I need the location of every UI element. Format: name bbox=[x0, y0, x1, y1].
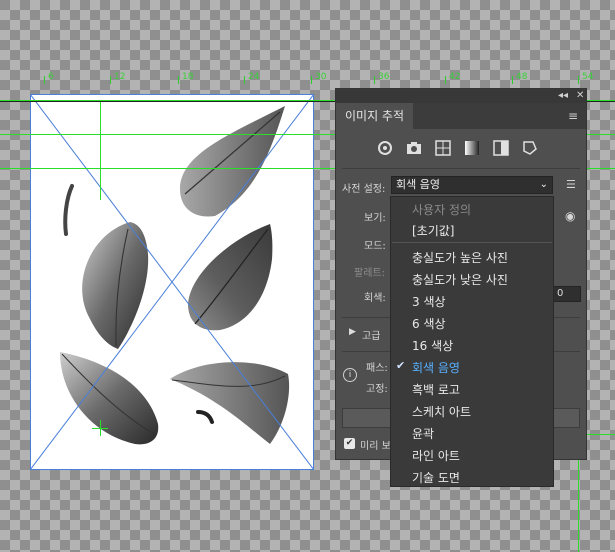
dropdown-item-default[interactable]: [초기값] bbox=[412, 222, 454, 239]
checkmark-icon: ✔ bbox=[396, 359, 406, 372]
panel-menu-icon[interactable]: ≡ bbox=[568, 109, 578, 123]
guide-line bbox=[100, 100, 101, 200]
advanced-label[interactable]: 고급 bbox=[362, 327, 380, 342]
leaves-artwork[interactable] bbox=[30, 94, 314, 470]
center-mark bbox=[100, 420, 101, 436]
preview-checkbox[interactable]: ✔ bbox=[344, 438, 355, 449]
shape-icon[interactable] bbox=[521, 139, 539, 157]
list-icon[interactable]: ☰ bbox=[566, 178, 576, 191]
ruler-label: 36 bbox=[378, 72, 390, 82]
dropdown-item-black-white-logo[interactable]: 흑백 로고 bbox=[412, 381, 460, 398]
dropdown-item-high-fidelity-photo[interactable]: 충실도가 높은 사진 bbox=[412, 249, 508, 266]
ruler-label: 30 bbox=[315, 72, 327, 82]
panel-title-bar[interactable]: ◂◂ ✕ bbox=[336, 89, 586, 103]
tab-image-trace[interactable]: 이미지 추적 bbox=[336, 103, 414, 129]
ruler-label: 48 bbox=[516, 72, 528, 82]
info-icon: i bbox=[343, 368, 357, 382]
leaf bbox=[82, 222, 149, 349]
ruler-label: 6 bbox=[48, 72, 54, 82]
halves-icon[interactable] bbox=[492, 139, 510, 157]
view-label: 보기: bbox=[364, 213, 386, 224]
grays-input[interactable]: 0 bbox=[553, 286, 581, 302]
ruler-label: 12 bbox=[114, 72, 126, 82]
dropdown-item-3-colors[interactable]: 3 색상 bbox=[412, 293, 446, 310]
dropdown-item-sketched-art[interactable]: 스케치 아트 bbox=[412, 403, 471, 420]
leaf-stem bbox=[196, 410, 214, 424]
grayscale-icon[interactable] bbox=[463, 139, 481, 157]
dropdown-item-grayscale[interactable]: 회색 음영 bbox=[412, 359, 460, 376]
preset-label: 사전 설정: bbox=[342, 184, 386, 195]
auto-color-icon[interactable] bbox=[376, 139, 394, 157]
close-icon[interactable]: ✕ bbox=[576, 89, 584, 103]
panel-tab-bar: 이미지 추적 ≡ bbox=[336, 103, 586, 129]
palette-label: 팔레트: bbox=[354, 268, 385, 279]
preset-dropdown-list: 사용자 정의 [초기값] 충실도가 높은 사진 충실도가 낮은 사진 3 색상 … bbox=[390, 196, 554, 487]
dropdown-item-low-fidelity-photo[interactable]: 충실도가 낮은 사진 bbox=[412, 271, 508, 288]
camera-icon[interactable] bbox=[405, 139, 423, 157]
mode-label: 모드: bbox=[364, 241, 386, 252]
leaf bbox=[170, 362, 290, 444]
dropdown-item-custom: 사용자 정의 bbox=[412, 203, 472, 217]
dropdown-item-technical-drawing[interactable]: 기술 도면 bbox=[412, 469, 460, 486]
collapse-icon[interactable]: ◂◂ bbox=[558, 89, 568, 103]
ruler-label: 54 bbox=[582, 72, 594, 82]
dropdown-item-16-colors[interactable]: 16 색상 bbox=[412, 337, 453, 354]
fixed-label: 고정: bbox=[366, 384, 388, 395]
ruler-label: 24 bbox=[248, 72, 260, 82]
leaf-stem bbox=[63, 184, 74, 236]
eye-icon[interactable]: ◉ bbox=[565, 209, 575, 223]
divider bbox=[342, 168, 580, 169]
preset-icon-row bbox=[376, 139, 539, 157]
dropdown-item-6-colors[interactable]: 6 색상 bbox=[412, 315, 446, 332]
grid-icon[interactable] bbox=[434, 139, 452, 157]
guide-line bbox=[578, 460, 579, 552]
paths-label: 패스: bbox=[366, 363, 388, 374]
preset-select[interactable]: 회색 음영 ⌄ bbox=[391, 176, 553, 194]
dropdown-item-silhouettes[interactable]: 윤곽 bbox=[412, 425, 434, 442]
expand-triangle-icon[interactable]: ▶ bbox=[349, 327, 356, 337]
guide-line bbox=[587, 434, 615, 435]
divider bbox=[392, 242, 552, 243]
ruler-label: 42 bbox=[449, 72, 461, 82]
leaf bbox=[180, 106, 285, 217]
preset-value: 회색 음영 bbox=[396, 178, 440, 191]
chevron-down-icon: ⌄ bbox=[539, 179, 548, 190]
dropdown-item-line-art[interactable]: 라인 아트 bbox=[412, 447, 460, 464]
grays-label: 회색: bbox=[364, 293, 386, 304]
ruler-label: 18 bbox=[182, 72, 194, 82]
